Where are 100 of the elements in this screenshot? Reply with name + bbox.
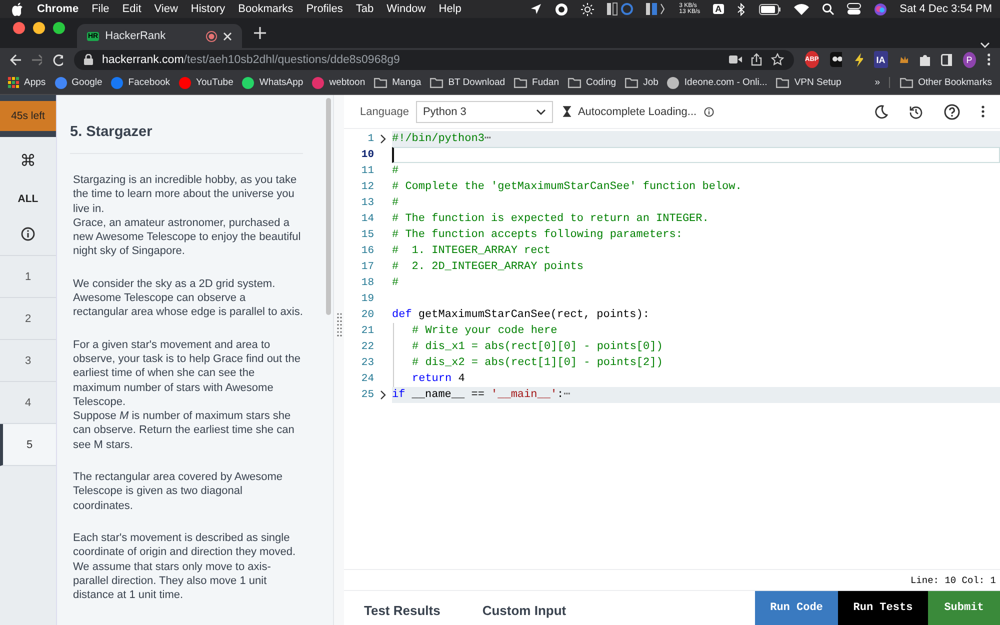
menu-item[interactable]: Edit (122, 3, 142, 15)
question-tab[interactable]: 1 (0, 256, 56, 298)
clock[interactable]: Sat 4 Dec 3:54 PM (900, 3, 992, 15)
question-tab[interactable]: 2 (0, 298, 56, 340)
code-line: # 1. INTEGER_ARRAY rect (392, 245, 550, 257)
location-icon[interactable] (530, 3, 542, 15)
code-line: #!/bin/python3⋯ (392, 133, 492, 145)
bookmark[interactable]: YouTube (179, 76, 234, 88)
site-icon (179, 76, 192, 88)
sidebar-icon[interactable] (941, 54, 952, 66)
plus-icon[interactable] (254, 27, 266, 39)
all-questions-button[interactable]: ALL (18, 193, 38, 205)
bookmark[interactable]: Fudan (514, 77, 559, 88)
action-button[interactable]: Submit (928, 591, 1000, 625)
wifi-icon[interactable] (794, 4, 809, 14)
problem-paragraph: Each star's movement is described as single coordinate of origin and direction they moved. We assume that stars only move to axis-parallel direction. They also move 1 unit distance at 1 unit time. (73, 530, 297, 602)
results-tab[interactable]: Custom Input (482, 598, 566, 618)
bookmark[interactable]: BT Download (430, 77, 506, 88)
apple-icon[interactable] (12, 2, 24, 16)
history-icon[interactable] (909, 104, 923, 118)
close-icon[interactable] (223, 32, 232, 40)
profile-avatar[interactable]: P (962, 52, 976, 68)
moon-icon[interactable] (874, 104, 888, 118)
bookmark[interactable]: Manga (374, 77, 422, 88)
folder-icon (374, 78, 388, 88)
reload-icon[interactable] (53, 54, 63, 66)
folder-icon (514, 78, 528, 88)
bookmark[interactable]: Facebook (111, 76, 170, 88)
drag-handle-icon[interactable] (336, 312, 342, 338)
info-icon[interactable] (704, 106, 714, 116)
bookmark[interactable]: Other Bookmarks (889, 77, 992, 88)
timer-badge: 45s left (0, 95, 56, 137)
bookmark[interactable]: VPN Setup (776, 77, 842, 88)
code-line: # (392, 197, 399, 209)
code-line: # The function accepts following parameters: (392, 229, 682, 241)
forward-icon[interactable] (32, 54, 42, 66)
circle-icon[interactable] (555, 2, 568, 16)
search-icon[interactable] (822, 3, 834, 15)
record-icon (206, 30, 217, 42)
lightning-icon[interactable] (853, 52, 863, 66)
shortcut-button[interactable]: ⌘ (20, 151, 36, 171)
star-icon[interactable] (770, 53, 784, 66)
back-icon[interactable] (10, 54, 21, 66)
bookmark[interactable]: Job (625, 77, 658, 88)
code-line: # The function is expected to return an INTEGER. (392, 213, 709, 225)
maximize-icon[interactable] (53, 22, 65, 34)
question-tab[interactable]: 5 (0, 424, 56, 466)
language-select[interactable]: Python 3 (416, 100, 553, 122)
menu-item[interactable]: Window (386, 3, 426, 15)
line-number: 21 (360, 325, 374, 337)
app-menu[interactable]: Chrome (37, 3, 79, 15)
menu-item[interactable]: Tab (356, 3, 374, 15)
menu-icon[interactable] (986, 53, 990, 66)
folder-icon (900, 78, 914, 88)
close-icon[interactable] (13, 22, 25, 34)
ghost-icon[interactable] (830, 52, 842, 67)
bookmark[interactable]: WhatsApp (242, 76, 304, 88)
menu-item[interactable]: Profiles (306, 3, 343, 15)
siri-icon[interactable] (874, 2, 887, 16)
menu-item[interactable]: Bookmarks (238, 3, 294, 15)
address-bar[interactable]: hackerrank.com/test/aeh10sb2dhl/questions/dde8s0968g9 (74, 50, 794, 70)
minimize-icon[interactable] (33, 22, 45, 34)
share-icon[interactable] (750, 53, 762, 66)
action-button[interactable]: Run Tests (838, 591, 928, 625)
help-icon[interactable] (944, 104, 960, 120)
line-number: 25 (360, 389, 374, 401)
input-source-icon[interactable]: A (713, 4, 724, 14)
problem-paragraph: The rectangular area covered by Awesome Telescope is given as two diagonal coordinates. (73, 470, 284, 513)
results-tab[interactable]: Test Results (364, 598, 440, 618)
menu-item[interactable]: History (190, 3, 226, 15)
menu-item[interactable]: File (92, 3, 110, 15)
bookmark[interactable]: Ideone.com - Onli... (667, 76, 768, 88)
menu-item[interactable]: View (154, 3, 178, 15)
extension-icon[interactable]: IA (874, 51, 888, 68)
problem-paragraph: We consider the sky as a 2D grid system. Awesome Telescope can observe a rectangular area whose edge is parallel to axis. (73, 276, 303, 320)
folder-icon (776, 78, 790, 88)
control-center-icon[interactable] (846, 3, 861, 15)
site-icon (667, 76, 680, 88)
camera-icon[interactable] (728, 55, 742, 64)
bookmark[interactable]: Apps (8, 77, 46, 88)
bluetooth-icon[interactable] (736, 2, 746, 16)
sun-icon[interactable] (581, 2, 594, 16)
battery-icon[interactable] (758, 4, 781, 14)
line-number: 18 (360, 277, 374, 289)
line-number: 23 (360, 357, 374, 369)
question-tab[interactable]: 3 (0, 340, 56, 382)
bookmark[interactable]: Coding (568, 77, 616, 88)
menu-item[interactable]: Help (438, 3, 462, 15)
more-icon[interactable] (981, 105, 985, 118)
line-number: 1 (366, 133, 374, 145)
info-icon[interactable] (21, 227, 35, 241)
bookmark[interactable]: Google (54, 76, 102, 88)
line-number: 20 (360, 309, 374, 321)
more-bookmarks-button[interactable]: » (874, 77, 880, 88)
chevron-down-icon[interactable] (980, 42, 990, 48)
action-button[interactable]: Run Code (755, 591, 838, 625)
site-icon (54, 76, 67, 88)
code-line: # 2. 2D_INTEGER_ARRAY points (392, 261, 584, 273)
bookmark[interactable]: webtoon (312, 76, 366, 88)
line-number: 17 (360, 261, 374, 273)
